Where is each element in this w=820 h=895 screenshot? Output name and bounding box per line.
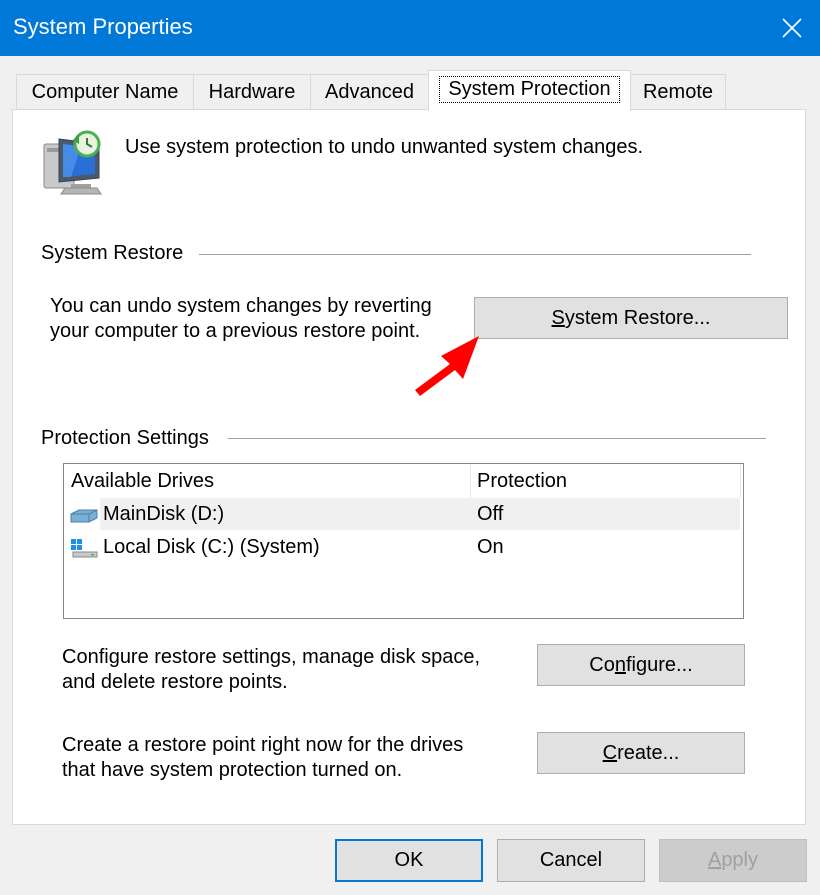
system-restore-heading: System Restore: [41, 242, 184, 264]
intro-text: Use system protection to undo unwanted s…: [125, 136, 644, 158]
tab-system-protection[interactable]: System Protection: [428, 70, 631, 111]
drive-row-local-disk[interactable]: Local Disk (C:) (System) On: [64, 531, 741, 563]
drives-list-header: Available Drives Protection: [64, 464, 741, 498]
drive-name: Local Disk (C:) (System): [103, 535, 320, 558]
ok-button[interactable]: OK: [335, 839, 483, 882]
system-restore-description-line2: your computer to a previous restore poin…: [50, 320, 421, 342]
button-label: Cancel: [539, 849, 603, 871]
protection-settings-divider: [228, 438, 766, 439]
button-label: Apply: [707, 849, 759, 871]
tab-label: Computer Name: [31, 81, 179, 103]
button-label: Configure...: [589, 653, 693, 676]
drive-protection-status: On: [477, 535, 504, 558]
windows-drive-icon: [71, 539, 98, 558]
system-restore-button[interactable]: System Restore...: [474, 297, 788, 339]
apply-button[interactable]: Apply: [659, 839, 807, 882]
window-title: System Properties: [13, 14, 193, 39]
column-header-protection[interactable]: Protection: [470, 464, 740, 498]
system-protection-icon: [43, 130, 102, 195]
button-label: Create...: [602, 741, 680, 764]
column-separator: [740, 464, 741, 498]
drives-list[interactable]: Available Drives Protection MainDisk (D:…: [63, 463, 744, 619]
red-arrow-icon: [415, 336, 479, 396]
button-label: OK: [394, 849, 424, 871]
tab-hardware[interactable]: Hardware: [193, 74, 311, 110]
system-restore-description-line1: You can undo system changes by reverting: [50, 295, 432, 317]
tab-remote[interactable]: Remote: [630, 74, 726, 110]
tab-label: System Protection: [439, 75, 620, 103]
tab-advanced[interactable]: Advanced: [310, 74, 429, 110]
close-icon: [782, 18, 802, 38]
drive-row-maindisk[interactable]: MainDisk (D:) Off: [64, 498, 741, 530]
system-restore-divider: [199, 254, 751, 255]
create-description-line1: Create a restore point right now for the…: [62, 734, 464, 756]
tab-label: Hardware: [208, 81, 296, 103]
protection-settings-heading: Protection Settings: [41, 427, 209, 449]
tab-computer-name[interactable]: Computer Name: [16, 74, 194, 110]
cancel-button[interactable]: Cancel: [497, 839, 645, 882]
drive-protection-status: Off: [477, 502, 504, 525]
configure-button[interactable]: Configure...: [537, 644, 745, 686]
configure-description-line1: Configure restore settings, manage disk …: [62, 646, 480, 668]
create-description-line2: that have system protection turned on.: [62, 759, 403, 781]
tab-panel-system-protection: Use system protection to undo unwanted s…: [12, 109, 806, 825]
create-button[interactable]: Create...: [537, 732, 745, 774]
tab-label: Remote: [642, 81, 714, 103]
button-label: System Restore...: [551, 306, 711, 329]
title-bar: System Properties: [0, 0, 820, 56]
drive-name: MainDisk (D:): [103, 502, 225, 525]
configure-description-line2: and delete restore points.: [62, 671, 288, 693]
tab-label: Advanced: [325, 81, 414, 103]
column-header-available-drives[interactable]: Available Drives: [64, 464, 470, 498]
drive-icon: [70, 509, 98, 523]
close-button[interactable]: [764, 0, 820, 56]
